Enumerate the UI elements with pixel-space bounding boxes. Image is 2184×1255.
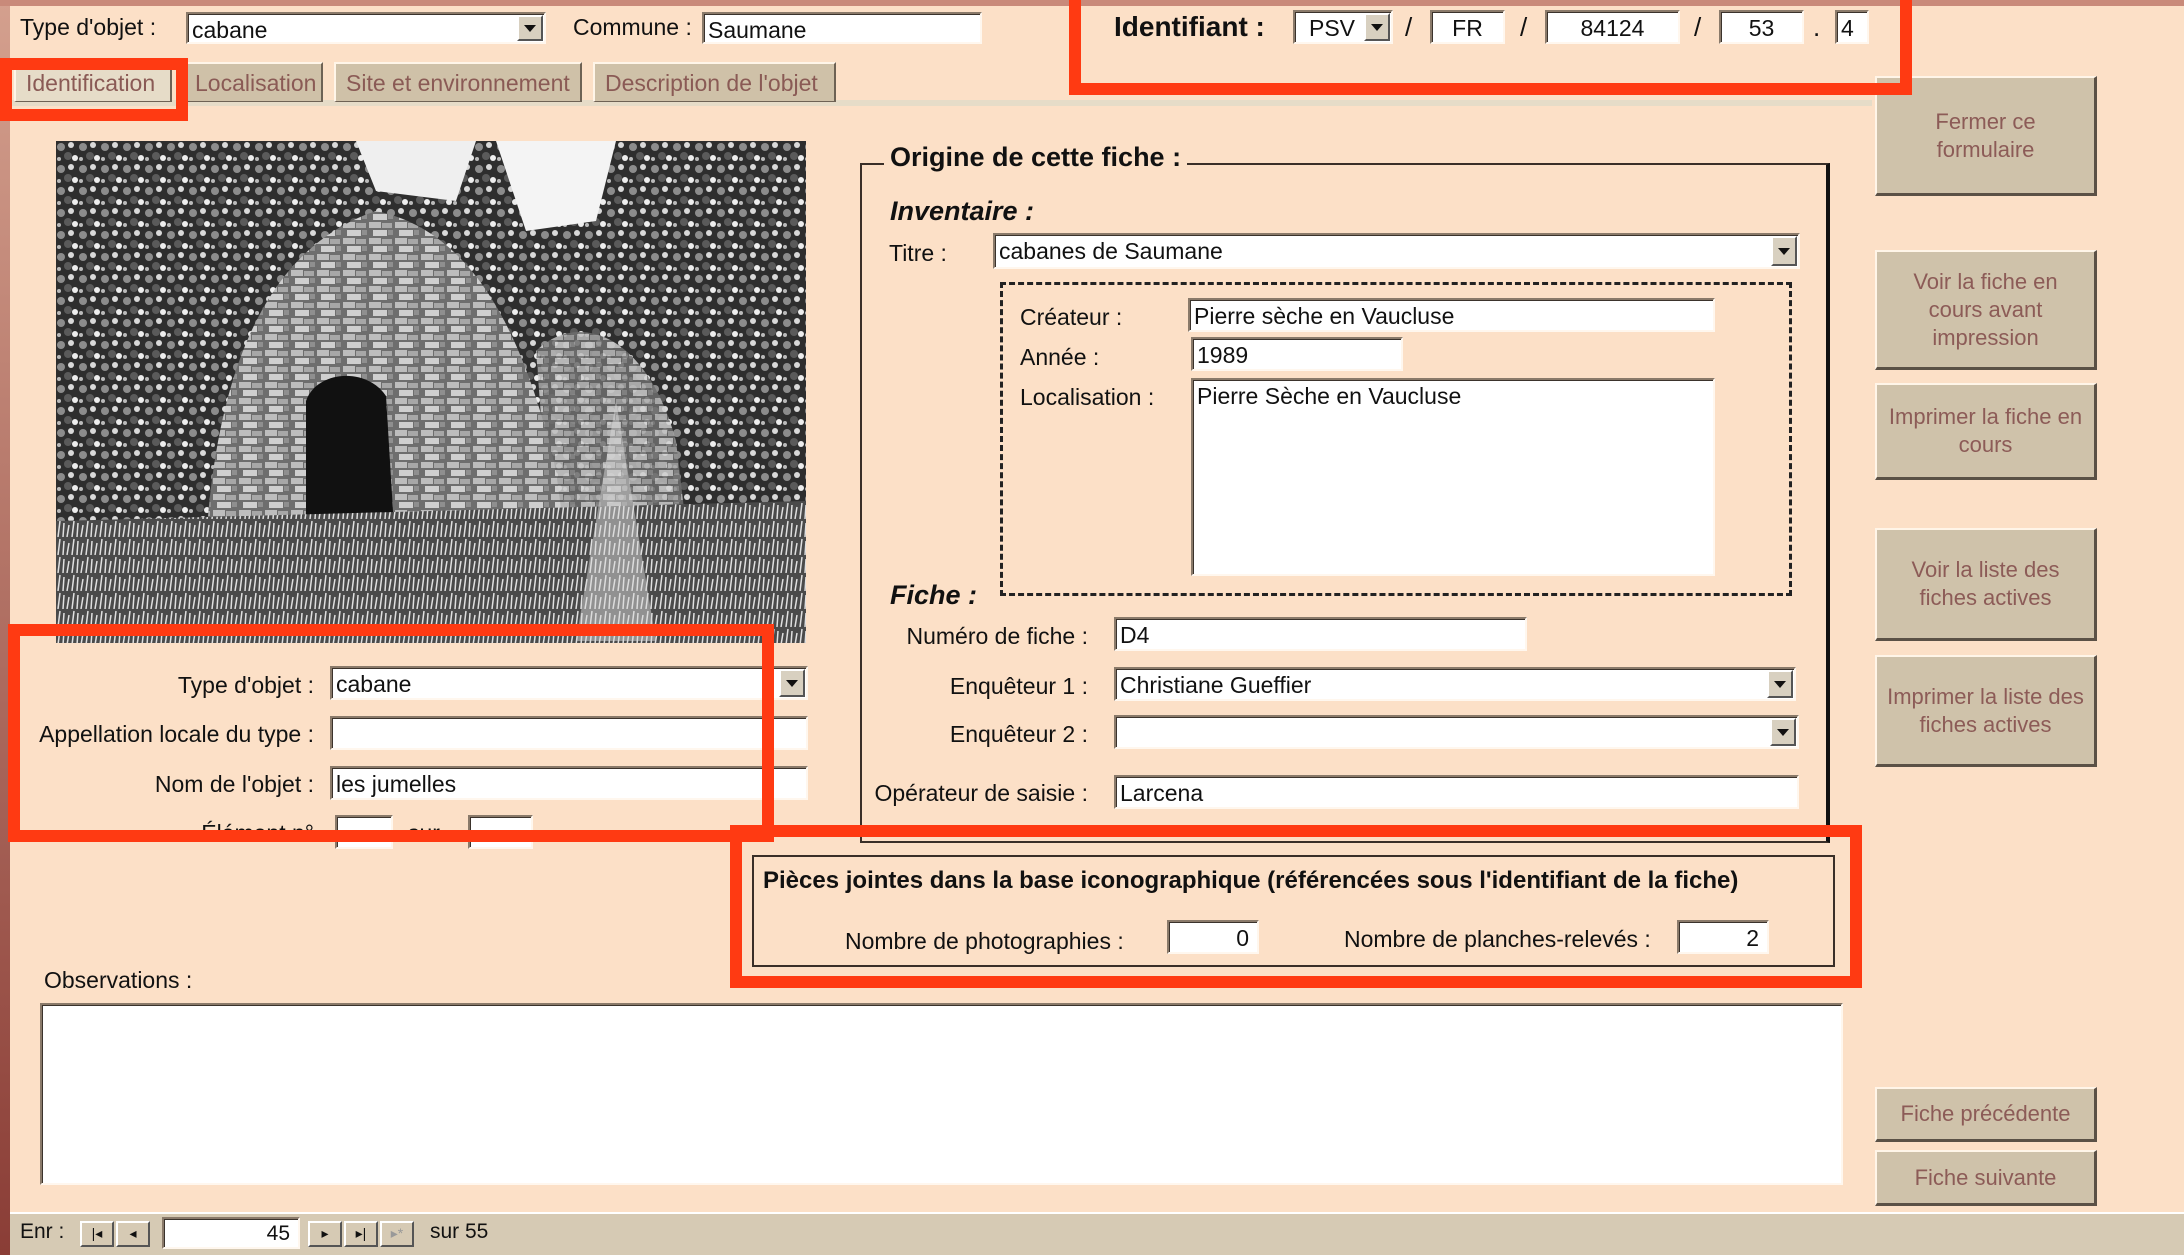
ident-prefix-select[interactable]: PSV bbox=[1293, 10, 1393, 44]
tab-site-environnement[interactable]: Site et environnement bbox=[334, 62, 582, 102]
observations-label: Observations : bbox=[44, 967, 193, 993]
chevron-down-icon[interactable] bbox=[1767, 670, 1793, 698]
object-photo bbox=[56, 141, 806, 643]
createur-label: Créateur : bbox=[1020, 304, 1123, 330]
ident-insee-field[interactable]: 84124 bbox=[1545, 10, 1680, 44]
commune-field[interactable]: Saumane bbox=[702, 12, 982, 44]
first-record-icon[interactable]: |◂ bbox=[80, 1221, 114, 1247]
enqueteur1-value: Christiane Gueffier bbox=[1120, 672, 1312, 698]
ident-element-field[interactable]: 4 bbox=[1835, 10, 1869, 44]
window-top-edge bbox=[0, 0, 2184, 6]
identifiant-label: Identifiant : bbox=[1114, 11, 1265, 42]
top-type-select[interactable]: cabane bbox=[186, 12, 546, 44]
close-form-button[interactable]: Fermer ce formulaire bbox=[1875, 76, 2097, 196]
tab-identification[interactable]: Identification bbox=[14, 62, 172, 102]
next-record-icon[interactable]: ▸ bbox=[308, 1221, 342, 1247]
enqueteur1-label: Enquêteur 1 : bbox=[949, 673, 1088, 699]
top-type-value: cabane bbox=[192, 17, 268, 43]
photos-label: Nombre de photographies : bbox=[845, 928, 1124, 954]
print-current-record-button[interactable]: Imprimer la fiche en cours bbox=[1875, 383, 2097, 480]
origine-title: Origine de cette fiche : bbox=[884, 142, 1188, 173]
numero-fiche-label: Numéro de fiche : bbox=[906, 623, 1088, 649]
chevron-down-icon[interactable] bbox=[1364, 13, 1390, 41]
chevron-down-icon[interactable] bbox=[779, 669, 805, 697]
titre-select[interactable]: cabanes de Saumane bbox=[993, 233, 1800, 269]
localisation-label: Localisation : bbox=[1020, 384, 1155, 410]
commune-label: Commune : bbox=[573, 14, 692, 40]
print-active-list-button[interactable]: Imprimer la liste des fiches actives bbox=[1875, 655, 2097, 767]
view-active-list-button[interactable]: Voir la liste des fiches actives bbox=[1875, 528, 2097, 641]
element-sur-label: sur bbox=[408, 820, 440, 846]
planches-label: Nombre de planches-relevés : bbox=[1344, 926, 1651, 952]
numero-fiche-field[interactable]: D4 bbox=[1114, 617, 1527, 651]
titre-label: Titre : bbox=[889, 240, 947, 266]
ident-separator: / bbox=[1520, 12, 1528, 42]
element-total-field[interactable] bbox=[468, 815, 533, 849]
enqueteur1-select[interactable]: Christiane Gueffier bbox=[1114, 667, 1796, 701]
record-number-field[interactable]: 45 bbox=[162, 1217, 300, 1249]
top-type-label: Type d'objet : bbox=[20, 14, 157, 40]
chevron-down-icon[interactable] bbox=[1771, 236, 1797, 266]
view-current-record-button[interactable]: Voir la fiche en cours avant impression bbox=[1875, 250, 2097, 370]
type-objet-value: cabane bbox=[336, 671, 412, 697]
ident-number-field[interactable]: 53 bbox=[1719, 10, 1804, 44]
type-objet-label: Type d'objet : bbox=[177, 672, 314, 698]
ident-country-field[interactable]: FR bbox=[1430, 10, 1505, 44]
createur-field[interactable]: Pierre sèche en Vaucluse bbox=[1188, 298, 1715, 332]
window-left-edge bbox=[0, 0, 10, 1255]
nom-objet-label: Nom de l'objet : bbox=[154, 771, 314, 797]
type-objet-select[interactable]: cabane bbox=[330, 666, 808, 700]
operateur-label: Opérateur de saisie : bbox=[874, 780, 1088, 806]
appellation-field[interactable] bbox=[330, 716, 808, 750]
pieces-jointes-title: Pièces jointes dans la base iconographiq… bbox=[763, 867, 1739, 894]
enqueteur2-select[interactable] bbox=[1114, 715, 1799, 749]
previous-record-button[interactable]: Fiche précédente bbox=[1875, 1087, 2097, 1142]
observations-field[interactable] bbox=[40, 1003, 1843, 1185]
record-total-label: sur 55 bbox=[430, 1220, 489, 1243]
inventaire-heading: Inventaire : bbox=[890, 196, 1035, 226]
tab-localisation[interactable]: Localisation bbox=[183, 62, 323, 102]
ident-dot: . bbox=[1813, 12, 1821, 42]
element-label: Élément n° bbox=[201, 820, 314, 846]
prev-record-icon[interactable]: ◂ bbox=[116, 1221, 150, 1247]
enqueteur2-label: Enquêteur 2 : bbox=[949, 721, 1088, 747]
photos-count-field[interactable]: 0 bbox=[1167, 920, 1259, 954]
ident-prefix-value: PSV bbox=[1309, 15, 1356, 41]
tab-description-objet[interactable]: Description de l'objet bbox=[593, 62, 836, 102]
nom-objet-field[interactable]: les jumelles bbox=[330, 766, 808, 800]
last-record-icon[interactable]: ▸| bbox=[344, 1221, 378, 1247]
next-record-button[interactable]: Fiche suivante bbox=[1875, 1150, 2097, 1206]
record-nav-label: Enr : bbox=[20, 1220, 65, 1243]
chevron-down-icon[interactable] bbox=[517, 15, 543, 41]
new-record-icon[interactable]: ▸* bbox=[380, 1221, 414, 1247]
operateur-field[interactable]: Larcena bbox=[1114, 775, 1799, 809]
chevron-down-icon[interactable] bbox=[1770, 718, 1796, 746]
localisation-field[interactable]: Pierre Sèche en Vaucluse bbox=[1191, 378, 1715, 576]
appellation-label: Appellation locale du type : bbox=[39, 721, 314, 747]
ident-separator: / bbox=[1405, 12, 1413, 42]
fiche-heading: Fiche : bbox=[890, 580, 978, 610]
annee-field[interactable]: 1989 bbox=[1191, 337, 1403, 371]
titre-value: cabanes de Saumane bbox=[999, 238, 1223, 264]
planches-count-field[interactable]: 2 bbox=[1677, 920, 1769, 954]
element-number-field[interactable] bbox=[335, 815, 393, 849]
ident-separator: / bbox=[1694, 12, 1702, 42]
annee-label: Année : bbox=[1020, 344, 1100, 370]
